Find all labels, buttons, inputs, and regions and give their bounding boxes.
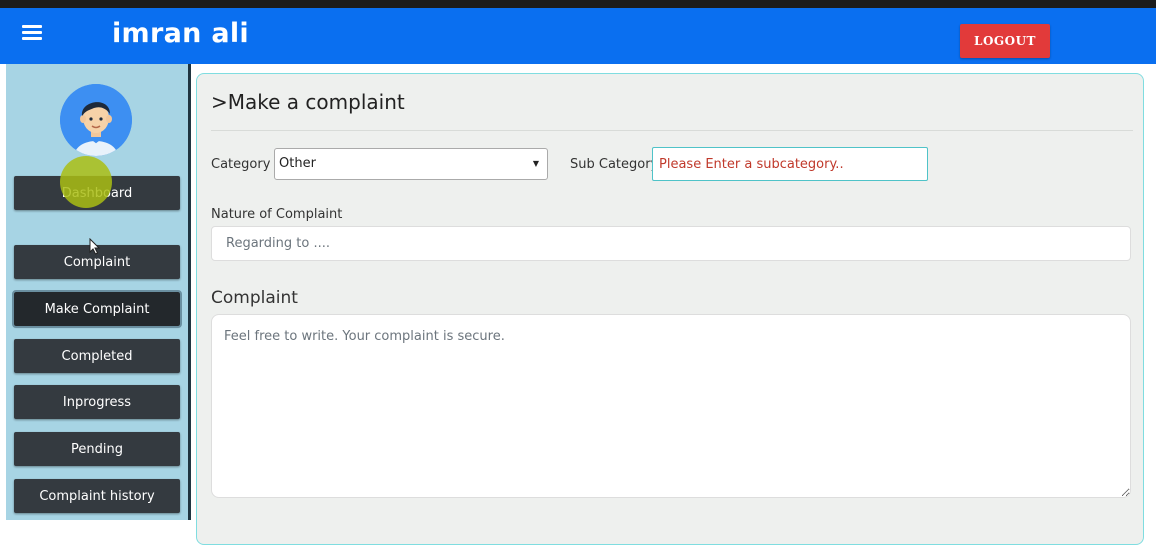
mouse-pointer-icon	[89, 238, 101, 255]
complaint-label: Complaint	[211, 288, 298, 308]
hamburger-icon[interactable]	[22, 22, 42, 46]
subcategory-label: Sub Category	[570, 157, 659, 172]
nature-input[interactable]	[211, 226, 1131, 261]
sidebar-item-inprogress[interactable]: Inprogress	[14, 385, 180, 419]
user-avatar-icon	[60, 84, 132, 156]
nature-label: Nature of Complaint	[211, 207, 343, 222]
sidebar-item-pending[interactable]: Pending	[14, 432, 180, 466]
logout-button[interactable]: LOGOUT	[960, 24, 1050, 58]
cursor-highlight	[60, 156, 112, 208]
complaint-form-card: >Make a complaint Category Other ▼ Sub C…	[196, 73, 1144, 545]
user-name: imran ali	[112, 18, 249, 49]
category-select[interactable]: Other ▼	[274, 148, 548, 180]
sidebar-item-completed[interactable]: Completed	[14, 339, 180, 373]
dropdown-arrow-icon: ▼	[532, 159, 539, 168]
title-divider	[211, 130, 1133, 131]
category-label: Category	[211, 157, 271, 172]
sidebar-divider	[188, 64, 191, 520]
page-title: >Make a complaint	[211, 90, 405, 114]
subcategory-input[interactable]	[652, 147, 928, 181]
category-value: Other	[279, 156, 316, 171]
sidebar: Dashboard Complaint Make Complaint Compl…	[6, 64, 188, 520]
app-header: imran ali LOGOUT	[0, 8, 1156, 64]
sidebar-item-make-complaint[interactable]: Make Complaint	[12, 290, 182, 328]
sidebar-item-complaint-history[interactable]: Complaint history	[14, 479, 180, 513]
top-border	[0, 0, 1156, 8]
complaint-textarea[interactable]	[211, 314, 1131, 498]
